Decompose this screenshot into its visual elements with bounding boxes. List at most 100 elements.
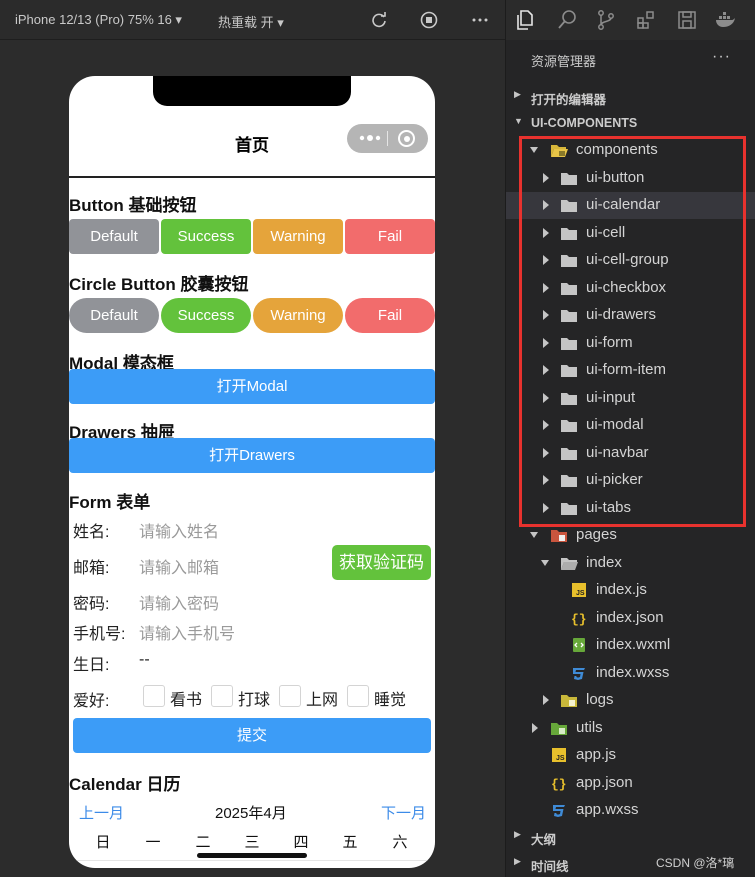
- tree-item-label: utils: [576, 718, 603, 736]
- weekday-label: 日: [95, 834, 111, 851]
- tree-row-folder-index[interactable]: index: [506, 550, 755, 577]
- css-icon: [573, 667, 585, 680]
- weekday-label: 四: [293, 834, 309, 851]
- tree-item-label: app.json: [576, 773, 633, 791]
- tree-row-file-index-js[interactable]: JS index.js: [506, 577, 755, 604]
- chevron-right-icon: ▶: [514, 89, 521, 99]
- chevron-down-icon: ▼: [514, 116, 523, 126]
- refresh-icon[interactable]: [369, 10, 389, 30]
- tree-row-file-index-json[interactable]: {} index.json: [506, 605, 755, 632]
- hobby-label-ball: 打球: [238, 692, 271, 709]
- circle-fail-button[interactable]: Fail: [345, 298, 435, 333]
- open-modal-button[interactable]: 打开Modal: [69, 369, 435, 404]
- close-mini-program-icon[interactable]: [398, 130, 415, 147]
- circle-default-button[interactable]: Default: [69, 298, 159, 333]
- explorer-title: 资源管理器: [531, 54, 597, 69]
- tree-row-file-app-js[interactable]: JS app.js: [506, 742, 755, 769]
- chevron-right-icon: ▶: [514, 829, 521, 839]
- hobby-label-sleep: 睡觉: [374, 692, 407, 709]
- more-icon[interactable]: [470, 10, 490, 30]
- circle-warning-button[interactable]: Warning: [253, 298, 343, 333]
- fail-button[interactable]: Fail: [345, 219, 435, 254]
- default-button[interactable]: Default: [69, 219, 159, 254]
- js-icon: JS: [572, 583, 586, 597]
- phone-notch: [153, 76, 351, 106]
- timeline-label: 时间线: [531, 860, 569, 874]
- search-icon[interactable]: [555, 8, 579, 32]
- tree-row-file-index-wxss[interactable]: index.wxss: [506, 660, 755, 687]
- tree-item-label: index.wxml: [596, 636, 671, 653]
- folder-logs-icon: [561, 695, 577, 707]
- chevron-down-icon[interactable]: [541, 558, 549, 568]
- tree-row-file-app-json[interactable]: {} app.json: [506, 770, 755, 797]
- open-drawers-button[interactable]: 打开Drawers: [69, 438, 435, 473]
- tree-row-file-app-wxss[interactable]: app.wxss: [506, 797, 755, 824]
- hot-reload-toggle[interactable]: 热重载 开 ▾: [218, 12, 284, 31]
- phone-input[interactable]: 请输入手机号: [139, 620, 235, 644]
- navbar-divider: [69, 176, 435, 178]
- password-input[interactable]: 请输入密码: [139, 590, 219, 614]
- project-label: UI-COMPONENTS: [531, 116, 638, 130]
- stop-icon[interactable]: [419, 10, 439, 30]
- circle-success-button[interactable]: Success: [161, 298, 251, 333]
- watermark: CSDN @洛*璃: [656, 856, 735, 870]
- success-button[interactable]: Success: [161, 219, 251, 254]
- calendar-grid-top: [69, 860, 435, 868]
- simulator-panel: iPhone 12/13 (Pro) 75% 16 ▾ 热重载 开 ▾ 首页 B…: [0, 0, 505, 877]
- submit-button[interactable]: 提交: [73, 718, 431, 753]
- chevron-right-icon[interactable]: [541, 695, 549, 705]
- get-code-button[interactable]: 获取验证码: [332, 545, 431, 580]
- warning-button[interactable]: Warning: [253, 219, 343, 254]
- hobby-checkbox-internet[interactable]: [279, 685, 301, 707]
- outline-section[interactable]: ▶ 大纲: [506, 825, 755, 847]
- hobby-label-internet: 上网: [306, 692, 339, 709]
- chevron-down-icon[interactable]: [530, 530, 538, 540]
- hobby-checkbox-sleep[interactable]: [347, 685, 369, 707]
- chevron-right-icon: ▶: [514, 856, 521, 866]
- tree-item-label: index.wxss: [596, 663, 670, 681]
- outline-label: 大纲: [531, 833, 557, 847]
- device-selector[interactable]: iPhone 12/13 (Pro) 75% 16 ▾: [15, 12, 182, 28]
- calendar-month: 2025年4月: [215, 805, 287, 822]
- tree-item-label: index: [586, 553, 622, 571]
- open-editors-section[interactable]: ▶ 打开的编辑器: [506, 85, 755, 107]
- hobby-label-reading: 看书: [170, 692, 203, 709]
- docker-icon[interactable]: [713, 8, 737, 32]
- email-input[interactable]: 请输入邮箱: [139, 554, 219, 578]
- tree-item-label: logs: [586, 691, 614, 708]
- circle-button-section-title: Circle Button 胶囊按钮: [69, 275, 249, 294]
- birthday-picker[interactable]: --: [139, 651, 150, 669]
- next-month-button[interactable]: 下一月: [381, 802, 426, 823]
- email-label: 邮箱:: [73, 560, 110, 577]
- tree-row-folder-logs[interactable]: logs: [506, 687, 755, 714]
- svg-text:JS: JS: [556, 755, 565, 762]
- chevron-right-icon[interactable]: [530, 722, 538, 733]
- hobby-checkbox-ball[interactable]: [211, 685, 233, 707]
- wxml-icon: [573, 638, 585, 652]
- source-control-icon[interactable]: [594, 8, 618, 32]
- weekday-label: 五: [342, 834, 358, 851]
- explorer-more-icon[interactable]: ···: [712, 48, 731, 66]
- prev-month-button[interactable]: 上一月: [79, 802, 124, 823]
- hobby-label: 爱好:: [73, 693, 110, 710]
- project-section[interactable]: ▼ UI-COMPONENTS: [506, 112, 755, 134]
- capsule-menu[interactable]: [347, 124, 428, 153]
- tree-item-label: index.js: [596, 581, 647, 598]
- save-icon[interactable]: [675, 8, 699, 32]
- name-input[interactable]: 请输入姓名: [139, 518, 219, 542]
- css-icon: [553, 805, 565, 817]
- tree-row-file-index-wxml[interactable]: index.wxml: [506, 632, 755, 659]
- simulator-toolbar: iPhone 12/13 (Pro) 75% 16 ▾ 热重载 开 ▾: [0, 0, 505, 40]
- calendar-section-title: Calendar 日历: [69, 775, 181, 794]
- files-icon[interactable]: [514, 8, 538, 32]
- weekday-label: 六: [392, 834, 408, 851]
- hobby-checkbox-reading[interactable]: [143, 685, 165, 707]
- form-section-title: Form 表单: [69, 493, 151, 512]
- extensions-icon[interactable]: [634, 8, 658, 32]
- phone-screen: 首页 Button 基础按钮 Default Success Warning F…: [69, 76, 435, 868]
- tree-row-folder-utils[interactable]: utils: [506, 715, 755, 742]
- folder-open-icon: [561, 557, 578, 570]
- svg-text:JS: JS: [576, 590, 585, 597]
- weekday-label: 三: [244, 834, 260, 851]
- menu-dots-icon[interactable]: [357, 130, 383, 146]
